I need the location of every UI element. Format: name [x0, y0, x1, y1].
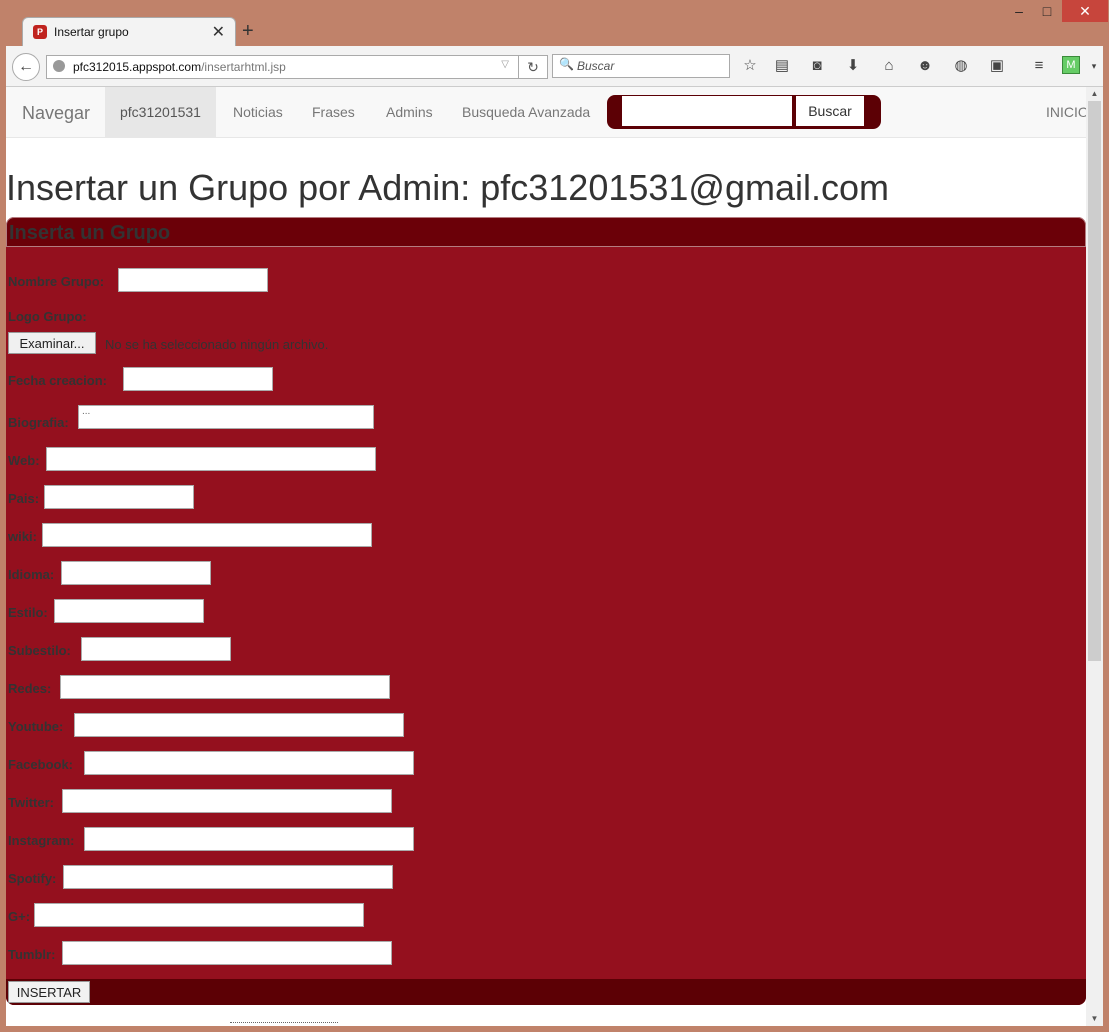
spotify-input[interactable]	[63, 865, 393, 889]
twitter-input[interactable]	[62, 789, 392, 813]
url-bar[interactable]: pfc312015.appspot.com/insertarhtml.jsp ▽	[46, 55, 520, 79]
minimize-icon[interactable]: –	[1004, 0, 1034, 22]
navbar-brand[interactable]: Navegar	[22, 103, 90, 124]
nav-link-inicio[interactable]: INICIO	[1046, 87, 1086, 137]
url-dropdown-icon[interactable]: ▽	[501, 59, 509, 70]
pocket-icon[interactable]: ◙	[807, 56, 827, 76]
web-input[interactable]	[46, 447, 376, 471]
field-label-fecha-creacion: Fecha creacion:	[8, 373, 107, 388]
download-icon[interactable]: ⬇	[843, 56, 863, 76]
page-content: Navegar pfc31201531 Noticias Frases Admi…	[6, 87, 1086, 1026]
field-label-subestilo: Subestilo:	[8, 643, 71, 658]
field-label-idioma: Idioma:	[8, 567, 55, 582]
favicon-icon: P	[33, 25, 47, 39]
instagram-input[interactable]	[84, 827, 414, 851]
globe-icon	[53, 60, 65, 72]
field-label-twitter: Twitter:	[8, 795, 54, 810]
file-browse-button[interactable]: Examinar...	[8, 332, 96, 354]
panel-title: Inserta un Grupo	[9, 222, 171, 244]
addon-dropdown-icon[interactable]: ▾	[1084, 56, 1104, 76]
field-label-pais: Pais:	[8, 491, 40, 506]
nav-item-noticias[interactable]: Noticias	[218, 87, 298, 137]
youtube-input[interactable]	[74, 713, 404, 737]
new-tab-icon[interactable]: +	[242, 20, 254, 43]
reading-list-icon[interactable]: ▤	[772, 56, 792, 76]
browser-tab[interactable]: P Insertar grupo ✕	[22, 17, 236, 48]
tab-close-icon[interactable]: ✕	[212, 22, 225, 42]
screenshot-icon[interactable]: ▣	[987, 56, 1007, 76]
navbar-search: Buscar	[607, 95, 881, 129]
field-label-estilo: Estilo:	[8, 605, 48, 620]
nav-item-busqueda-avanzada[interactable]: Busqueda Avanzada	[447, 87, 605, 137]
bookmark-star-icon[interactable]: ☆	[740, 56, 760, 76]
field-label-youtube: Youtube:	[8, 719, 64, 734]
globe-addon-icon[interactable]: ◍	[951, 56, 971, 76]
browser-toolbar: ← pfc312015.appspot.com/insertarhtml.jsp…	[6, 46, 1103, 87]
nombre-grupo-input[interactable]	[118, 268, 268, 292]
navbar-search-input[interactable]	[622, 96, 792, 126]
tab-title: Insertar grupo	[54, 25, 129, 39]
addon-shield-icon[interactable]: M	[1062, 56, 1080, 74]
idioma-input[interactable]	[61, 561, 211, 585]
redes-input[interactable]	[60, 675, 390, 699]
field-label-facebook: Facebook:	[8, 757, 74, 772]
field-label-web: Web:	[8, 453, 40, 468]
page-title: Insertar un Grupo por Admin: pfc31201531…	[6, 167, 890, 208]
home-icon[interactable]: ⌂	[879, 56, 899, 76]
field-label-biografia: Biografia:	[8, 415, 69, 430]
emoji-icon[interactable]: ☻	[915, 56, 935, 76]
insertar-button[interactable]: INSERTAR	[8, 981, 90, 1003]
field-label-instagram: Instagram:	[8, 833, 75, 848]
window-close-icon[interactable]: ✕	[1062, 0, 1108, 22]
pais-input[interactable]	[44, 485, 194, 509]
browser-search-input[interactable]: 🔍 Buscar	[552, 54, 730, 78]
site-navbar: Navegar pfc31201531 Noticias Frases Admi…	[6, 87, 1086, 138]
reload-icon[interactable]: ↻	[518, 55, 548, 79]
field-label-logo-grupo: Logo Grupo:	[8, 309, 87, 324]
maximize-icon[interactable]: □	[1032, 0, 1062, 22]
field-label-tumblr: Tumblr:	[8, 947, 56, 962]
tumblr-input[interactable]	[62, 941, 392, 965]
search-icon: 🔍	[559, 57, 574, 71]
scroll-thumb[interactable]	[1088, 101, 1101, 661]
fecha-creacion-input[interactable]	[123, 367, 273, 391]
field-label-redes: Redes:	[8, 681, 52, 696]
field-label-nombre-grupo: Nombre Grupo:	[8, 274, 105, 289]
panel-header: Inserta un Grupo	[6, 217, 1086, 247]
facebook-input[interactable]	[84, 751, 414, 775]
insert-group-panel: Inserta un Grupo Nombre Grupo: Logo Grup…	[6, 217, 1086, 1005]
vertical-scrollbar[interactable]: ▲ ▼	[1086, 87, 1103, 1026]
field-label-wiki: wiki:	[8, 529, 37, 544]
back-arrow-icon[interactable]: ←	[12, 53, 40, 81]
estilo-input[interactable]	[54, 599, 204, 623]
scroll-up-icon[interactable]: ▲	[1086, 87, 1103, 101]
search-placeholder: Buscar	[577, 59, 615, 73]
nav-item-frases[interactable]: Frases	[297, 87, 370, 137]
field-label-spotify: Spotify:	[8, 871, 57, 886]
file-status-text: No se ha seleccionado ningún archivo.	[105, 337, 329, 352]
subestilo-input[interactable]	[81, 637, 231, 661]
wiki-input[interactable]	[42, 523, 372, 547]
nav-item-admins[interactable]: Admins	[371, 87, 448, 137]
menu-icon[interactable]: ≡	[1029, 56, 1049, 76]
page-stub-divider	[230, 1022, 338, 1026]
url-text: pfc312015.appspot.com/insertarhtml.jsp	[73, 60, 286, 74]
scroll-down-icon[interactable]: ▼	[1086, 1012, 1103, 1026]
browser-window: – □ ✕ P Insertar grupo ✕ + ← pfc312015.a…	[0, 0, 1109, 1032]
nav-item-pfc31201531[interactable]: pfc31201531	[105, 87, 216, 137]
field-label-gplus: G+:	[8, 909, 31, 924]
panel-footer	[6, 979, 1086, 1005]
biografia-textarea[interactable]: ...	[78, 405, 374, 429]
navbar-search-button[interactable]: Buscar	[796, 96, 864, 126]
gplus-input[interactable]	[34, 903, 364, 927]
